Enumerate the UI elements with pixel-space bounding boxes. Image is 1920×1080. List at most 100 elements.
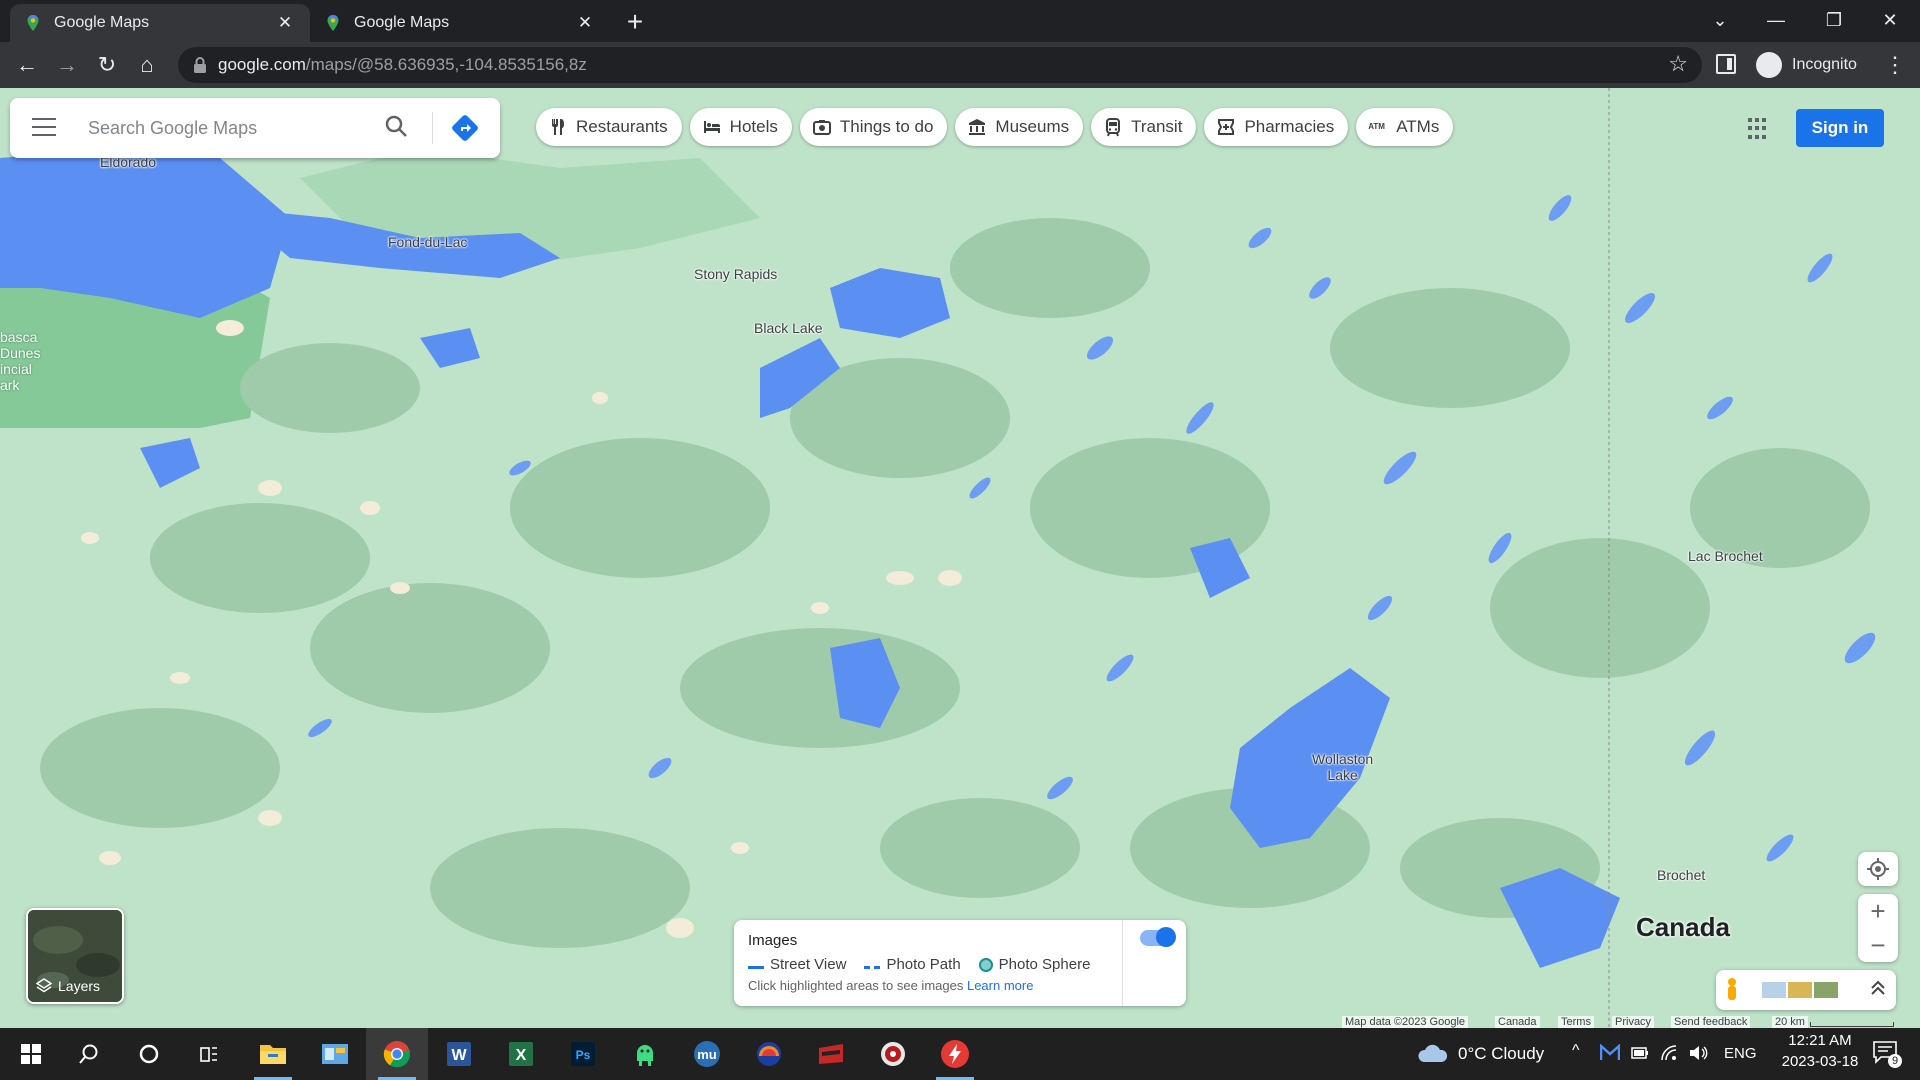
close-window-button[interactable]: ✕: [1860, 0, 1920, 42]
chip-pharmacies[interactable]: Pharmacies: [1204, 108, 1349, 146]
images-hint: Click highlighted areas to see images Le…: [748, 978, 1033, 993]
wifi-icon[interactable]: [1660, 1044, 1678, 1062]
camera-icon: [812, 120, 831, 135]
tab-title: Google Maps: [354, 14, 450, 31]
notification-center-button[interactable]: 9: [1872, 1040, 1902, 1068]
park-label-line: Dunes: [0, 345, 41, 361]
chip-museums[interactable]: Museums: [955, 108, 1084, 146]
weather-text[interactable]: 0°C Cloudy: [1458, 1044, 1544, 1064]
tab-search-icon[interactable]: ⌄: [1690, 0, 1750, 42]
task-view-button[interactable]: [178, 1028, 240, 1080]
region-link[interactable]: Canada: [1495, 1016, 1540, 1028]
tab-close-icon[interactable]: ✕: [274, 13, 296, 33]
search-icon: [79, 1044, 98, 1064]
my-location-button[interactable]: [1858, 852, 1898, 886]
chip-atms[interactable]: ATM ATMs: [1356, 108, 1454, 146]
chrome-button[interactable]: [366, 1028, 428, 1080]
tab-close-icon[interactable]: ✕: [574, 13, 596, 33]
search-box: [10, 98, 500, 158]
clock[interactable]: 12:21 AM 2023-03-18: [1772, 1032, 1868, 1070]
chip-label: Things to do: [839, 117, 934, 136]
scale-label[interactable]: 20 km: [1772, 1016, 1808, 1028]
colorful-app-button[interactable]: [738, 1028, 800, 1080]
side-panel-icon[interactable]: [1716, 54, 1736, 74]
park-label-line: incial: [0, 361, 32, 377]
layers-button[interactable]: Layers: [26, 908, 124, 1004]
chip-transit[interactable]: Transit: [1091, 108, 1197, 146]
task-view-icon: [200, 1047, 217, 1062]
park-label[interactable]: basca Dunes incial ark: [0, 329, 40, 393]
red-app-button[interactable]: [800, 1028, 862, 1080]
chip-restaurants[interactable]: Restaurants: [536, 108, 682, 146]
search-icon[interactable]: [384, 114, 410, 140]
lock-icon[interactable]: [192, 56, 208, 74]
more-menu-icon[interactable]: ⋮: [1878, 48, 1912, 82]
google-apps-icon[interactable]: [1748, 118, 1770, 140]
photoshop-button[interactable]: Ps: [552, 1028, 614, 1080]
search-input[interactable]: [88, 112, 378, 144]
show-hidden-icons-icon[interactable]: ^: [1572, 1042, 1580, 1060]
atm-icon: ATM: [1368, 122, 1385, 131]
mu-app-button[interactable]: mu: [676, 1028, 738, 1080]
place-label[interactable]: Fond-du-Lac: [388, 234, 467, 250]
country-label[interactable]: Canada: [1636, 912, 1730, 943]
learn-more-link[interactable]: Learn more: [967, 978, 1033, 993]
chip-things-to-do[interactable]: Things to do: [799, 108, 948, 146]
privacy-link[interactable]: Privacy: [1612, 1016, 1655, 1028]
street-view-line-icon: [748, 966, 764, 969]
home-icon[interactable]: ⌂: [130, 48, 164, 82]
legend-photo-path: Photo Path: [864, 956, 961, 973]
chip-label: Transit: [1131, 117, 1183, 136]
clock-date: 2023-03-18: [1781, 1053, 1859, 1070]
taskbar-search-button[interactable]: [58, 1028, 120, 1080]
minimize-button[interactable]: —: [1746, 0, 1806, 42]
place-label[interactable]: Brochet: [1657, 867, 1705, 883]
cortana-icon: [139, 1044, 159, 1064]
android-app-button[interactable]: [614, 1028, 676, 1080]
forward-icon[interactable]: →: [50, 48, 84, 82]
place-label[interactable]: Wollaston Lake: [1312, 751, 1373, 783]
tab-google-maps-2[interactable]: Google Maps ✕: [310, 4, 610, 42]
images-title: Images: [748, 932, 798, 949]
address-bar[interactable]: google.com/maps/@58.636935,-104.8535156,…: [178, 47, 1702, 83]
volume-icon[interactable]: [1688, 1044, 1708, 1062]
language-indicator[interactable]: ENG: [1724, 1045, 1757, 1062]
word-button[interactable]: W: [428, 1028, 490, 1080]
cloud-icon[interactable]: [1416, 1042, 1450, 1066]
photo-path-line-icon: [864, 966, 881, 969]
category-chips: Restaurants Hotels Things to do Museums …: [536, 108, 1454, 146]
control-panel-button[interactable]: [304, 1028, 366, 1080]
place-label[interactable]: Stony Rapids: [694, 266, 777, 282]
chip-hotels[interactable]: Hotels: [689, 108, 792, 146]
excel-button[interactable]: X: [490, 1028, 552, 1080]
restore-button[interactable]: ❐: [1804, 0, 1864, 42]
file-explorer-button[interactable]: [242, 1028, 304, 1080]
battery-icon[interactable]: [1631, 1046, 1649, 1060]
my-location-icon: [1867, 858, 1889, 880]
zoom-in-button[interactable]: +: [1858, 894, 1898, 928]
images-toggle[interactable]: [1140, 927, 1176, 947]
start-button[interactable]: [0, 1028, 62, 1080]
flash-icon: [941, 1040, 969, 1068]
back-icon[interactable]: ←: [10, 48, 44, 82]
mail-app-icon[interactable]: [1600, 1044, 1620, 1062]
reload-icon[interactable]: ↻: [90, 48, 124, 82]
place-label[interactable]: Lac Brochet: [1688, 548, 1763, 564]
zoom-out-button[interactable]: −: [1858, 928, 1898, 962]
terms-link[interactable]: Terms: [1558, 1016, 1594, 1028]
new-tab-button[interactable]: +: [618, 6, 652, 40]
sign-in-button[interactable]: Sign in: [1796, 109, 1884, 147]
maps-favicon-icon: [327, 15, 339, 31]
incognito-profile-button[interactable]: Incognito: [1756, 48, 1857, 82]
tab-google-maps-1[interactable]: Google Maps ✕: [10, 4, 310, 42]
place-label[interactable]: Black Lake: [754, 320, 822, 336]
flash-app-button[interactable]: [924, 1028, 986, 1080]
map-terrain[interactable]: [0, 88, 1920, 1028]
menu-icon[interactable]: [32, 118, 56, 138]
map-canvas[interactable]: Eldorado Fond-du-Lac Stony Rapids Black …: [0, 88, 1920, 1028]
media-player-button[interactable]: [862, 1028, 924, 1080]
send-feedback-link[interactable]: Send feedback: [1671, 1016, 1751, 1028]
cortana-button[interactable]: [118, 1028, 180, 1080]
bookmark-star-icon[interactable]: ☆: [1668, 51, 1688, 77]
directions-icon[interactable]: [450, 113, 480, 143]
